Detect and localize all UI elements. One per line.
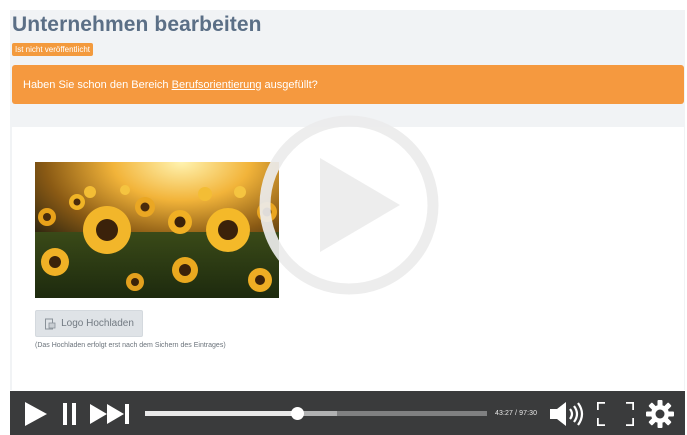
skip-forward-icon[interactable] — [90, 404, 132, 429]
page-title: Unternehmen bearbeiten — [12, 13, 262, 36]
settings-icon[interactable] — [646, 400, 674, 433]
play-icon[interactable] — [25, 402, 47, 431]
alert-banner: Haben Sie schon den Bereich Berufsorient… — [12, 65, 684, 104]
pause-icon[interactable] — [63, 403, 77, 430]
status-badge: Ist nicht veröffentlicht — [12, 43, 93, 56]
sunflower-image — [35, 162, 279, 298]
video-controls: 43:27 / 97:30 — [10, 391, 685, 435]
alert-text-after: ausgefüllt? — [261, 78, 318, 91]
progress-fill — [145, 411, 298, 416]
logo-upload-label: Logo Hochladen — [61, 318, 134, 329]
volume-icon[interactable] — [550, 401, 590, 432]
alert-link-berufsorientierung[interactable]: Berufsorientierung — [172, 79, 262, 91]
big-play-icon[interactable] — [258, 114, 440, 296]
logo-image — [35, 162, 279, 298]
alert-text-before: Haben Sie schon den Bereich — [23, 78, 172, 91]
logo-upload-button[interactable]: Logo Hochladen — [35, 310, 143, 337]
progress-bar[interactable] — [145, 407, 487, 420]
video-frame: Unternehmen bearbeiten Ist nicht veröffe… — [0, 0, 687, 435]
image-file-icon — [44, 318, 56, 330]
upload-hint: (Das Hochladen erfolgt erst nach dem Sic… — [35, 342, 226, 349]
fullscreen-icon[interactable] — [595, 400, 636, 431]
progress-thumb[interactable] — [291, 407, 305, 420]
time-display: 43:27 / 97:30 — [495, 410, 538, 417]
